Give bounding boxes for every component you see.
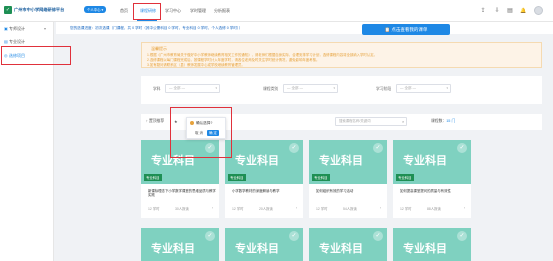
card-course-name: 小学数学教材的深度解读与教学 bbox=[232, 189, 280, 193]
filter-bar: 学科 — 全部 — ▾ 课程类别 — 全部 — ▾ 学习阶段 — 全部 — ▾ bbox=[141, 76, 542, 104]
chevron-down-icon: ▾ bbox=[333, 86, 335, 90]
nav-learning-center[interactable]: 学习中心 bbox=[165, 8, 181, 14]
progress-banner: 您的选课进度：初次选课（门课程，共 0 学时（其中公需科目 0 学时，专业科目 … bbox=[56, 22, 553, 34]
card-cover-title: 专业科目 bbox=[403, 243, 447, 255]
confirm-popover: 确认选择? 取 消 确 定 bbox=[186, 117, 226, 139]
check-icon[interactable]: ✓ bbox=[373, 143, 383, 153]
course-card[interactable]: 专业科目 ✓ bbox=[393, 228, 471, 261]
course-card[interactable]: 专业科目 ✓ bbox=[225, 228, 303, 261]
card-enrolled: 20人报读 bbox=[259, 207, 273, 211]
chevron-right-icon[interactable]: › bbox=[212, 206, 213, 210]
check-icon[interactable]: ✓ bbox=[205, 143, 215, 153]
card-cover-title: 专业科目 bbox=[235, 243, 279, 255]
card-hours: 12 学时 bbox=[232, 207, 244, 211]
course-card[interactable]: 专业科目 ✓ 专业科目 新课标理念下小学数学课堂的思维品质与教学实践 12 学时… bbox=[141, 140, 219, 218]
card-course-name: 新课标理念下小学数学课堂的思维品质与教学实践 bbox=[148, 189, 216, 198]
bell-icon[interactable]: 🔔 bbox=[520, 8, 526, 14]
check-icon[interactable]: ✓ bbox=[457, 143, 467, 153]
card-enrolled: 88人报读 bbox=[427, 207, 441, 211]
check-icon[interactable]: ✓ bbox=[289, 143, 299, 153]
card-course-name: 如何提高课堂提问的质量与有效性 bbox=[400, 189, 451, 193]
top-bar: ✓ 广州市中小学网络研修平台 个人中心 ▾ 首页 课程研修 学习中心 学时管理 … bbox=[0, 0, 553, 22]
card-cover-title: 专业科目 bbox=[403, 155, 447, 167]
card-cover-title: 专业科目 bbox=[319, 155, 363, 167]
chevron-down-icon: ▾ bbox=[44, 26, 47, 31]
card-cover-title: 专业科目 bbox=[151, 243, 195, 255]
nav-reports[interactable]: 分析报表 bbox=[214, 8, 230, 14]
search-input[interactable]: 搜索课程名称/关键词 bbox=[335, 117, 407, 126]
cancel-button[interactable]: 取 消 bbox=[194, 130, 204, 136]
nav-home[interactable]: 首页 bbox=[120, 8, 128, 14]
filter-category-label: 课程类别 bbox=[263, 87, 279, 91]
filter-subject-label: 学科 bbox=[153, 87, 161, 91]
upload-icon[interactable]: ⇪ bbox=[480, 8, 486, 14]
card-tag: 专业科目 bbox=[396, 174, 414, 181]
personal-center-button[interactable]: 个人中心 ▾ bbox=[84, 6, 107, 13]
card-tag: 专业科目 bbox=[312, 174, 330, 181]
card-cover-title: 专业科目 bbox=[151, 155, 195, 167]
nav-course-study[interactable]: 课程研修 bbox=[140, 8, 156, 14]
pin-recommend-button[interactable]: ↑ 置顶推荐 bbox=[146, 119, 164, 124]
card-course-name: 如何组织有效的学习活动 bbox=[316, 189, 354, 193]
card-enrolled: 54人报读 bbox=[343, 207, 357, 211]
check-icon[interactable]: ✓ bbox=[289, 231, 299, 241]
course-card[interactable]: 专业科目 ✓ bbox=[309, 228, 387, 261]
filter-subject-select[interactable]: — 全部 — ▾ bbox=[165, 84, 220, 93]
avatar[interactable] bbox=[534, 6, 543, 15]
site-title: 广州市中小学网络研修平台 bbox=[14, 7, 65, 12]
card-hours: 12 学时 bbox=[316, 207, 328, 211]
check-icon[interactable]: ✓ bbox=[205, 231, 215, 241]
sidebar: ▣专师设计 ▾ ▤专业设计 ◎ 选修项目 bbox=[0, 22, 54, 261]
card-cover-title: 专业科目 bbox=[319, 243, 363, 255]
chevron-right-icon[interactable]: › bbox=[296, 206, 297, 210]
card-cover-title: 专业科目 bbox=[235, 155, 279, 167]
chevron-down-icon: ▾ bbox=[215, 86, 217, 90]
notice-line-3: 3.如有疑问请联系区（县）教师发展中心或学校继续教育管理员。 bbox=[147, 63, 245, 67]
filter-category-select[interactable]: — 全部 — ▾ bbox=[283, 84, 338, 93]
filter-stage-label: 学习阶段 bbox=[376, 87, 392, 91]
logo-icon: ✓ bbox=[4, 6, 12, 14]
confirm-message: 确认选择? bbox=[196, 121, 213, 125]
sidebar-item-elective[interactable]: ◎ 选修项目 bbox=[4, 53, 25, 59]
card-enrolled: 30人报读 bbox=[175, 207, 189, 211]
sidebar-item-teacher-design[interactable]: ▣专师设计 bbox=[4, 26, 25, 32]
chevron-right-icon[interactable]: › bbox=[464, 206, 465, 210]
sidebar-item-major-design[interactable]: ▤专业设计 bbox=[4, 39, 25, 45]
confirm-button[interactable]: 确 定 bbox=[207, 130, 219, 136]
notice-box: 温馨提示 1.根据《广州市教育局关于做好中小学教师继续教育相关工作的通知》，请老… bbox=[141, 42, 542, 68]
chevron-down-icon: ▾ bbox=[446, 86, 448, 90]
course-card[interactable]: 专业科目 ✓ 专业科目 小学数学教材的深度解读与教学 12 学时 20人报读 › bbox=[225, 140, 303, 218]
nav-hours-management[interactable]: 学时管理 bbox=[190, 8, 206, 14]
course-card[interactable]: 专业科目 ✓ bbox=[141, 228, 219, 261]
nav-active-indicator bbox=[137, 19, 157, 21]
check-icon[interactable]: ✓ bbox=[373, 231, 383, 241]
course-card[interactable]: 专业科目 ✓ 专业科目 如何组织有效的学习活动 12 学时 54人报读 › bbox=[309, 140, 387, 218]
filter-stage-select[interactable]: — 全部 — ▾ bbox=[396, 84, 451, 93]
course-card[interactable]: 专业科目 ✓ 专业科目 如何提高课堂提问的质量与有效性 12 学时 88人报读 … bbox=[393, 140, 471, 218]
check-icon[interactable]: ✓ bbox=[457, 231, 467, 241]
search-icon[interactable]: ⌕ bbox=[402, 119, 404, 124]
warning-icon bbox=[190, 121, 194, 125]
course-count: 课程数：15 门 bbox=[431, 119, 456, 123]
progress-text: 您的选课进度：初次选课（门课程，共 0 学时（其中公需科目 0 学时，专业科目 … bbox=[70, 26, 243, 30]
card-tag: 专业科目 bbox=[228, 174, 246, 181]
doc-icon[interactable]: ▤ bbox=[507, 8, 513, 14]
card-hours: 12 学时 bbox=[400, 207, 412, 211]
star-sort-icon[interactable]: ★ bbox=[174, 119, 177, 124]
card-tag: 专业科目 bbox=[144, 174, 162, 181]
view-my-course-list-button[interactable]: 📋 点击查看我的课单 bbox=[362, 24, 450, 35]
chevron-right-icon[interactable]: › bbox=[380, 206, 381, 210]
download-icon[interactable]: ⇩ bbox=[494, 8, 500, 14]
card-hours: 12 学时 bbox=[148, 207, 160, 211]
